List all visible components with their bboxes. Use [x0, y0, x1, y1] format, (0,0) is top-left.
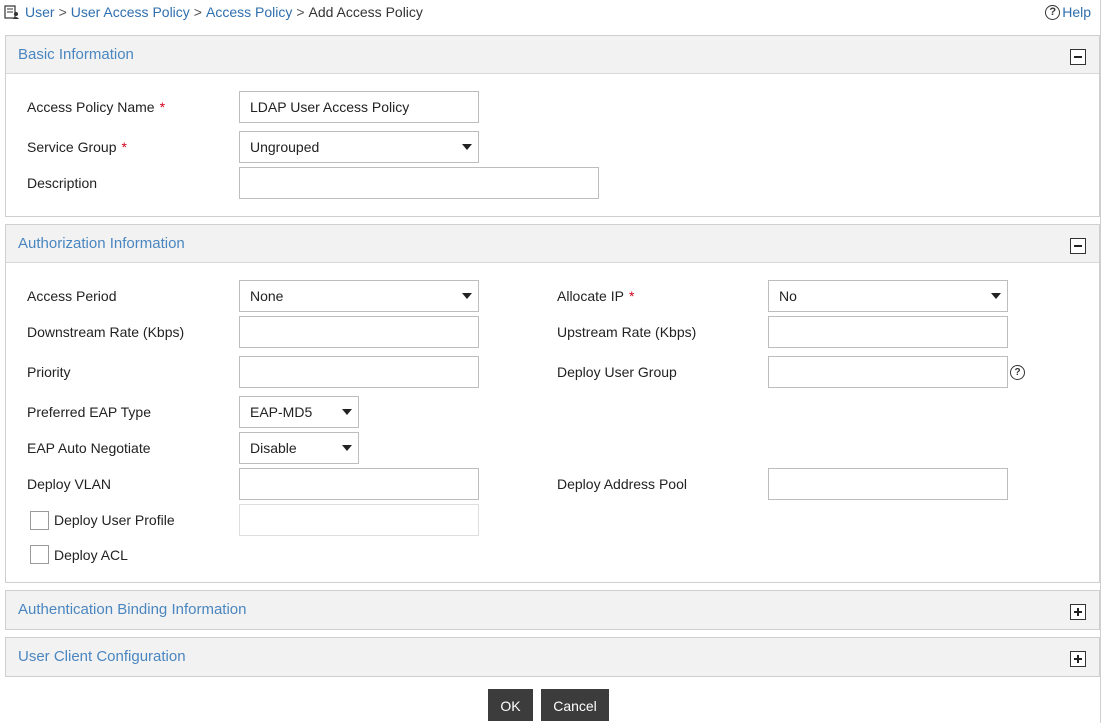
user-client-configuration-panel: User Client Configuration: [5, 637, 1100, 677]
breadcrumb: User > User Access Policy > Access Policy > Ad…: [25, 4, 423, 20]
priority-label: Priority: [27, 364, 71, 380]
description-input[interactable]: [239, 167, 599, 199]
breadcrumb-user[interactable]: User: [25, 4, 55, 20]
select-value: Ungrouped: [250, 139, 320, 155]
panel-title: Authentication Binding Information: [18, 601, 247, 618]
breadcrumb-separator: >: [58, 4, 67, 20]
deploy-user-profile-input: [239, 504, 479, 536]
authentication-binding-panel: Authentication Binding Information: [5, 590, 1100, 630]
panel-title: Basic Information: [18, 46, 134, 63]
preferred-eap-type-label: Preferred EAP Type: [27, 404, 151, 420]
help-link[interactable]: ? Help: [1045, 4, 1091, 20]
select-value: EAP-MD5: [250, 404, 313, 420]
top-bar: User > User Access Policy > Access Policy > Ad…: [0, 0, 1101, 26]
deploy-address-pool-input[interactable]: [768, 468, 1008, 500]
deploy-address-pool-label: Deploy Address Pool: [557, 476, 687, 492]
access-policy-name-label: Access Policy Name *: [27, 99, 166, 115]
downstream-rate-label: Downstream Rate (Kbps): [27, 324, 185, 340]
priority-input[interactable]: [239, 356, 479, 388]
allocate-ip-label: Allocate IP *: [557, 288, 635, 304]
collapse-icon[interactable]: [1070, 238, 1086, 254]
deploy-acl-checkbox[interactable]: [30, 545, 49, 564]
service-group-select[interactable]: Ungrouped: [239, 131, 479, 163]
deploy-user-profile-label: Deploy User Profile: [54, 512, 175, 528]
deploy-vlan-input[interactable]: [239, 468, 479, 500]
upstream-rate-input[interactable]: [768, 316, 1008, 348]
breadcrumb-separator: >: [193, 4, 202, 20]
breadcrumb-access-policy[interactable]: Access Policy: [206, 4, 292, 20]
breadcrumb-separator: >: [296, 4, 305, 20]
authorization-information-header[interactable]: Authorization Information: [6, 225, 1099, 263]
ok-button[interactable]: OK: [488, 689, 533, 721]
authorization-information-panel: Authorization Information: [5, 224, 1100, 583]
panel-title: User Client Configuration: [18, 648, 186, 665]
select-value: Disable: [250, 440, 297, 456]
user-client-configuration-header[interactable]: User Client Configuration: [6, 638, 1099, 676]
authentication-binding-header[interactable]: Authentication Binding Information: [6, 591, 1099, 629]
chevron-down-icon: [462, 293, 472, 299]
access-period-select[interactable]: None: [239, 280, 479, 312]
question-circle-icon: ?: [1045, 4, 1061, 20]
description-label: Description: [27, 175, 98, 191]
select-value: No: [779, 288, 797, 304]
deploy-user-group-label: Deploy User Group: [557, 364, 677, 380]
select-value: None: [250, 288, 284, 304]
access-period-label: Access Period: [27, 288, 117, 304]
breadcrumb-current: Add Access Policy: [308, 4, 423, 20]
eap-auto-negotiate-label: EAP Auto Negotiate: [27, 440, 151, 456]
basic-information-header[interactable]: Basic Information: [6, 36, 1099, 74]
deploy-vlan-label: Deploy VLAN: [27, 476, 112, 492]
service-group-label: Service Group *: [27, 139, 127, 155]
deploy-user-profile-checkbox[interactable]: [30, 511, 49, 530]
collapse-icon[interactable]: [1070, 49, 1086, 65]
expand-icon[interactable]: [1070, 604, 1086, 620]
deploy-acl-label: Deploy ACL: [54, 547, 128, 563]
preferred-eap-type-select[interactable]: EAP-MD5: [239, 396, 359, 428]
user-book-icon: [4, 5, 19, 19]
panel-title: Authorization Information: [18, 235, 185, 252]
help-label: Help: [1062, 4, 1091, 20]
downstream-rate-input[interactable]: [239, 316, 479, 348]
deploy-user-group-input[interactable]: [768, 356, 1008, 388]
question-circle-icon[interactable]: ?: [1010, 365, 1025, 380]
cancel-button[interactable]: Cancel: [541, 689, 609, 721]
access-policy-name-input[interactable]: LDAP User Access Policy: [239, 91, 479, 123]
chevron-down-icon: [462, 144, 472, 150]
chevron-down-icon: [342, 409, 352, 415]
chevron-down-icon: [991, 293, 1001, 299]
upstream-rate-label: Upstream Rate (Kbps): [557, 324, 697, 340]
eap-auto-negotiate-select[interactable]: Disable: [239, 432, 359, 464]
allocate-ip-select[interactable]: No: [768, 280, 1008, 312]
expand-icon[interactable]: [1070, 651, 1086, 667]
breadcrumb-user-access-policy[interactable]: User Access Policy: [71, 4, 190, 20]
chevron-down-icon: [342, 445, 352, 451]
